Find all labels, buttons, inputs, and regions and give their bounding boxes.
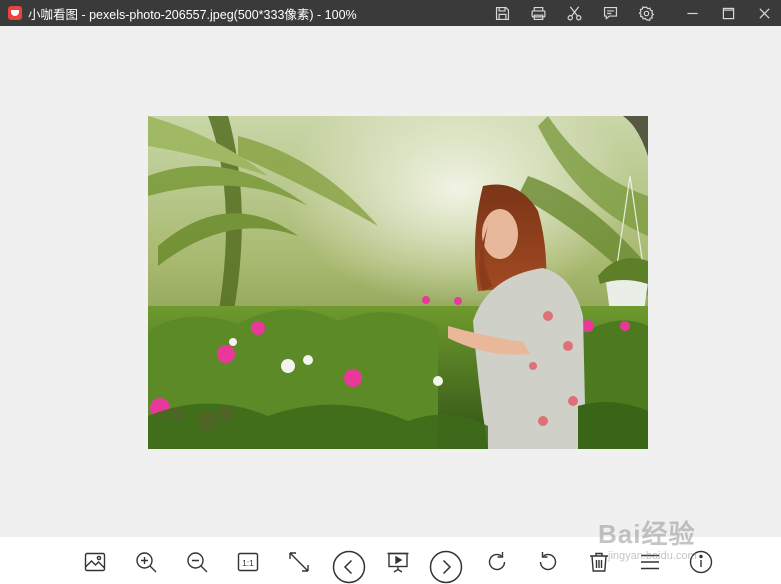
app-logo-icon <box>8 6 22 20</box>
rotate-counterclockwise-icon[interactable] <box>535 549 561 575</box>
fullscreen-icon[interactable] <box>286 549 312 575</box>
next-icon[interactable] <box>429 550 463 584</box>
scissors-icon[interactable] <box>563 2 585 24</box>
actual-size-label: 1:1 <box>242 558 254 568</box>
image-icon[interactable] <box>82 549 108 575</box>
settings-gear-icon[interactable] <box>635 2 657 24</box>
menu-icon[interactable] <box>637 549 663 575</box>
zoom-in-icon[interactable] <box>133 549 159 575</box>
previous-icon[interactable] <box>332 550 366 584</box>
image-viewer-area[interactable] <box>0 26 781 537</box>
maximize-icon[interactable] <box>717 2 739 24</box>
close-icon[interactable] <box>753 2 775 24</box>
photo-canvas[interactable] <box>148 116 648 449</box>
title-bar-actions <box>477 0 775 26</box>
zoom-out-icon[interactable] <box>184 549 210 575</box>
save-icon[interactable] <box>491 2 513 24</box>
info-icon[interactable] <box>688 549 714 575</box>
comment-icon[interactable] <box>599 2 621 24</box>
actual-size-icon[interactable]: 1:1 <box>235 549 261 575</box>
slideshow-icon[interactable] <box>385 549 411 575</box>
photo-image <box>148 116 648 449</box>
rotate-clockwise-icon[interactable] <box>484 549 510 575</box>
minimize-icon[interactable] <box>681 2 703 24</box>
bottom-toolbar: 1:1 <box>0 537 781 584</box>
window-title: 小咖看图 - pexels-photo-206557.jpeg(500*333像… <box>28 7 357 22</box>
title-bar: 小咖看图 - pexels-photo-206557.jpeg(500*333像… <box>0 0 781 26</box>
print-icon[interactable] <box>527 2 549 24</box>
delete-icon[interactable] <box>586 549 612 575</box>
